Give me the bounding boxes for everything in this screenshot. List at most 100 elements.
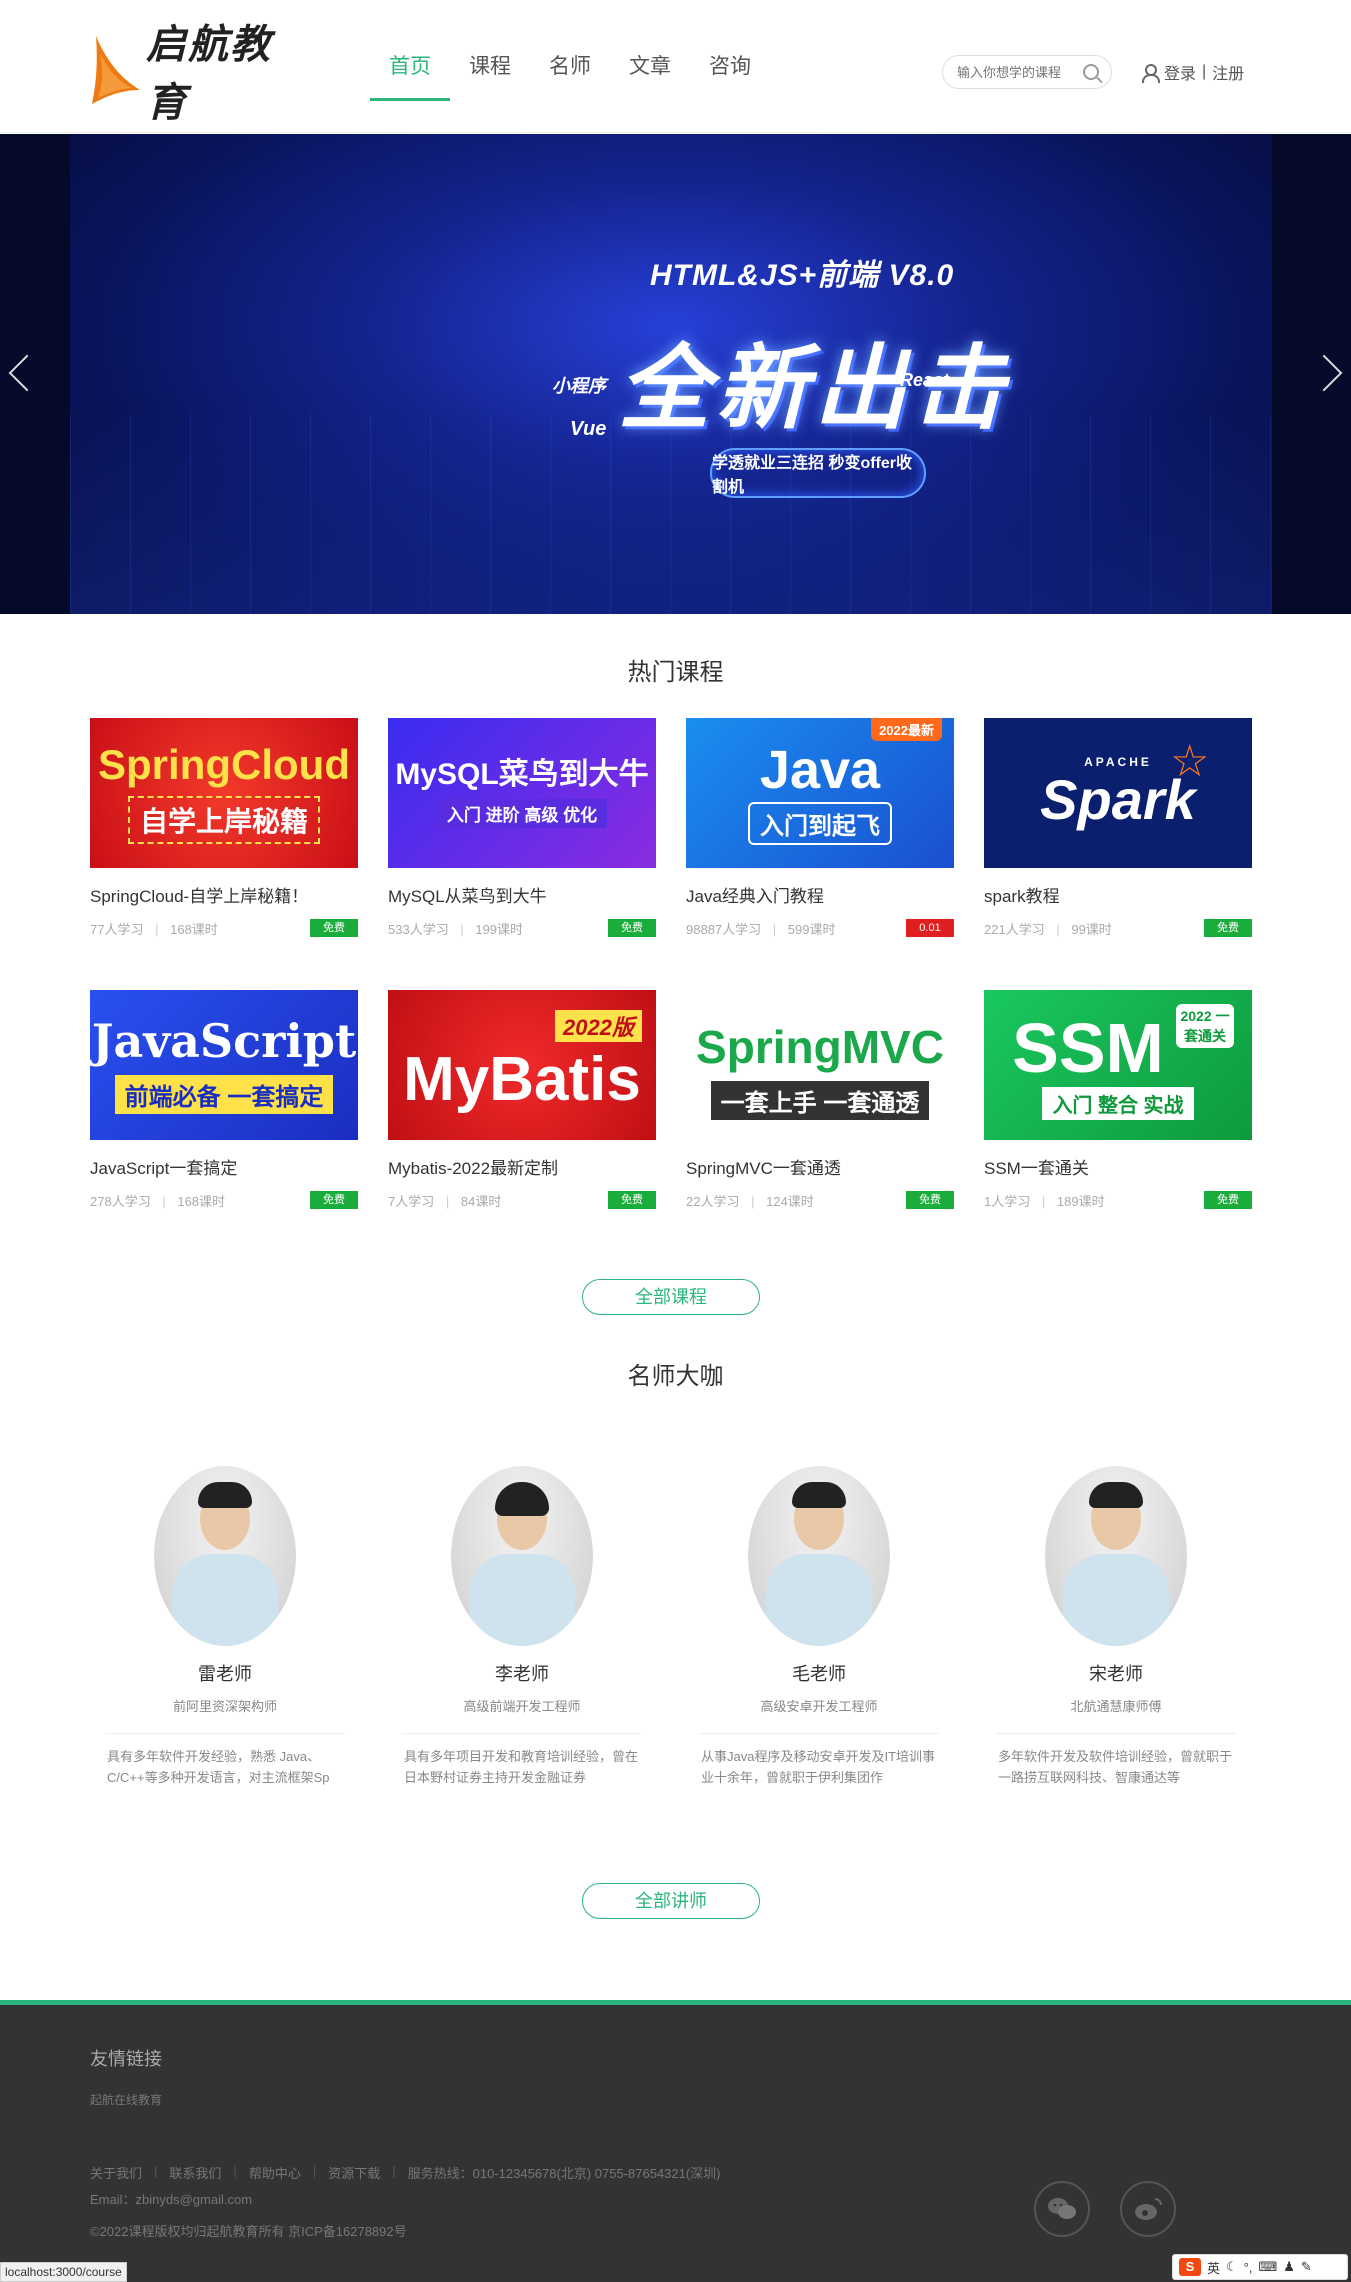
divider [699,1733,939,1734]
course-meta: 98887人学习 | 599课时 0.01 [686,919,954,939]
footer-nav: 关于我们 | 联系我们 | 帮助中心 | 资源下载 | 服务热线：010-1234567… [90,2163,721,2182]
course-card[interactable]: APACHE Spark ☆ spark教程 221人学习 | 99课时 免费 [984,718,1252,939]
course-card[interactable]: MySQL菜鸟到大牛 入门 进阶 高级 优化 MySQL从菜鸟到大牛 533人学… [388,718,656,939]
banner-image: HTML&JS+前端 V8.0 全新出击 小程序 Vue React 学透就业三… [70,134,1272,614]
course-thumb-subtitle: 自学上岸秘籍 [127,796,320,845]
course-corner-tag: 2022 一套通关 [1176,1004,1234,1048]
main-nav: 首页 课程 名师 文章 咨询 [370,50,770,101]
course-thumb-title: SpringCloud [98,740,350,788]
user-icon [1140,63,1160,83]
divider [996,1733,1236,1734]
course-thumb: 2022 一套通关 SSM 入门 整合 实战 [984,990,1252,1140]
price-badge: 免费 [608,919,656,937]
course-meta: 533人学习 | 199课时 免费 [388,919,656,939]
logo-text: 启航教育 [146,21,272,126]
price-badge: 免费 [608,1191,656,1209]
course-thumb-title: MySQL菜鸟到大牛 [395,758,649,791]
banner-tag-miniprogram: 小程序 [552,376,606,396]
login-link[interactable]: 登录 [1164,60,1196,84]
footer-link-help[interactable]: 帮助中心 [249,2163,301,2182]
nav-teachers[interactable]: 名师 [530,50,610,101]
course-card[interactable]: SpringCloud 自学上岸秘籍 SpringCloud-自学上岸秘籍！ 7… [90,718,358,939]
course-thumb-title: Java [759,739,881,800]
keyboard-icon[interactable]: ⌨ [1258,2259,1277,2275]
hero-banner[interactable]: HTML&JS+前端 V8.0 全新出击 小程序 Vue React 学透就业三… [0,134,1351,614]
banner-slogan-pill: 学透就业三连招 秒变offer收割机 [710,448,926,498]
nav-articles[interactable]: 文章 [610,50,690,101]
teacher-card[interactable]: 李老师 高级前端开发工程师 具有多年项目开发和教育培训经验，曾在日本野村证券主持… [402,1466,642,1788]
site-footer: 友情链接 起航在线教育 关于我们 | 联系我们 | 帮助中心 | 资源下载 | 服务热线… [0,2000,1351,2282]
teacher-title: 北航通慧康师傅 [1070,1699,1162,1714]
auth-separator: | [1202,63,1207,80]
price-badge: 免费 [906,1191,954,1209]
teacher-name: 雷老师 [198,1664,252,1684]
weibo-icon[interactable] [1120,2181,1176,2237]
banner-prev-arrow-icon[interactable] [0,344,46,404]
price-badge: 免费 [1204,919,1252,937]
footer-link-about[interactable]: 关于我们 [90,2163,142,2182]
course-lessons: 168课时 [177,1194,226,1209]
moon-icon[interactable]: ☾ [1226,2259,1238,2275]
course-name: SpringCloud-自学上岸秘籍！ [90,887,309,906]
course-card[interactable]: 2022版 MyBatis Mybatis-2022最新定制 7人学习 | 84… [388,990,656,1211]
course-card[interactable]: SpringMVC 一套上手 一套通透 SpringMVC一套通透 22人学习 … [686,990,954,1211]
teacher-title: 前阿里资深架构师 [172,1699,277,1714]
course-learners: 533人学习 [388,922,449,937]
course-name: Java经典入门教程 [686,887,824,906]
teacher-avatar [451,1466,593,1646]
course-thumb-title: MyBatis [403,1044,641,1114]
course-thumb: APACHE Spark ☆ [984,718,1252,868]
nav-consult[interactable]: 咨询 [690,50,770,101]
page: 启航教育 首页 课程 名师 文章 咨询 登录 | 注册 HTML&JS+前端 V… [0,0,1351,2282]
teacher-avatar [748,1466,890,1646]
logo[interactable]: 启航教育 [90,21,310,126]
banner-tag-vue: Vue [570,418,607,440]
search-icon[interactable] [1083,64,1099,80]
course-meta: 278人学习 | 168课时 免费 [90,1191,358,1211]
spark-star-icon: ☆ [1170,737,1210,786]
nav-home[interactable]: 首页 [370,50,450,101]
course-card[interactable]: 2022 一套通关 SSM 入门 整合 实战 SSM一套通关 1人学习 | 18… [984,990,1252,1211]
price-badge: 免费 [310,919,358,937]
nav-courses[interactable]: 课程 [450,50,530,101]
course-card[interactable]: JavaScript 前端必备 一套搞定 JavaScript一套搞定 278人… [90,990,358,1211]
all-teachers-button[interactable]: 全部讲师 [582,1883,760,1919]
course-name: JavaScript一套搞定 [90,1159,238,1178]
course-thumb: MySQL菜鸟到大牛 入门 进阶 高级 优化 [388,718,656,868]
all-courses-button[interactable]: 全部课程 [582,1279,760,1315]
ime-toolbar[interactable]: S 英 ☾ °, ⌨ ♟ ✎ [1172,2254,1348,2280]
footer-link-contact[interactable]: 联系我们 [169,2163,221,2182]
user-icon-ime[interactable]: ♟ [1283,2259,1295,2275]
divider [105,1733,345,1734]
search-box [942,55,1112,89]
register-link[interactable]: 注册 [1212,60,1244,84]
teacher-card[interactable]: 宋老师 北航通慧康师傅 多年软件开发及软件培训经验，曾就职于一路捞互联网科技、智… [996,1466,1236,1788]
teacher-avatar [1045,1466,1187,1646]
course-card[interactable]: 2022最新 Java 入门到起飞 Java经典入门教程 98887人学习 | … [686,718,954,939]
course-corner-tag: 2022最新 [871,718,942,741]
punctuation-icon[interactable]: °, [1244,2260,1253,2275]
status-bar-url: localhost:3000/course [0,2262,127,2282]
course-lessons: 199课时 [475,922,524,937]
settings-icon[interactable]: ✎ [1301,2259,1312,2275]
course-name: SSM一套通关 [984,1159,1089,1178]
course-thumb: 2022版 MyBatis [388,990,656,1140]
banner-title-small: HTML&JS+前端 V8.0 [650,259,955,292]
friend-links-title: 友情链接 [90,2049,162,2069]
teachers-title: 名师大咖 [627,1363,724,1390]
course-lessons: 99课时 [1071,922,1112,937]
footer-link-download[interactable]: 资源下载 [328,2163,380,2182]
search-input[interactable] [957,64,1077,80]
teacher-card[interactable]: 雷老师 前阿里资深架构师 具有多年软件开发经验，熟悉 Java、C/C++等多种… [105,1466,345,1788]
teacher-desc: 从事Java程序及移动安卓开发及IT培训事业十余年，曾就职于伊利集团作 [701,1749,936,1785]
teacher-name: 毛老师 [792,1664,846,1684]
banner-next-arrow-icon[interactable] [1305,344,1351,404]
friend-link[interactable]: 起航在线教育 [90,2091,162,2108]
course-learners: 7人学习 [388,1194,435,1209]
price-badge: 免费 [310,1191,358,1209]
footer-hotline: 服务热线：010-12345678(北京) 0755-87654321(深圳) [407,2166,721,2181]
teacher-card[interactable]: 毛老师 高级安卓开发工程师 从事Java程序及移动安卓开发及IT培训事业十余年，… [699,1466,939,1788]
wechat-icon[interactable] [1034,2181,1090,2237]
ime-lang[interactable]: 英 [1207,2258,1220,2277]
auth-links: 登录 | 注册 [1140,60,1244,84]
